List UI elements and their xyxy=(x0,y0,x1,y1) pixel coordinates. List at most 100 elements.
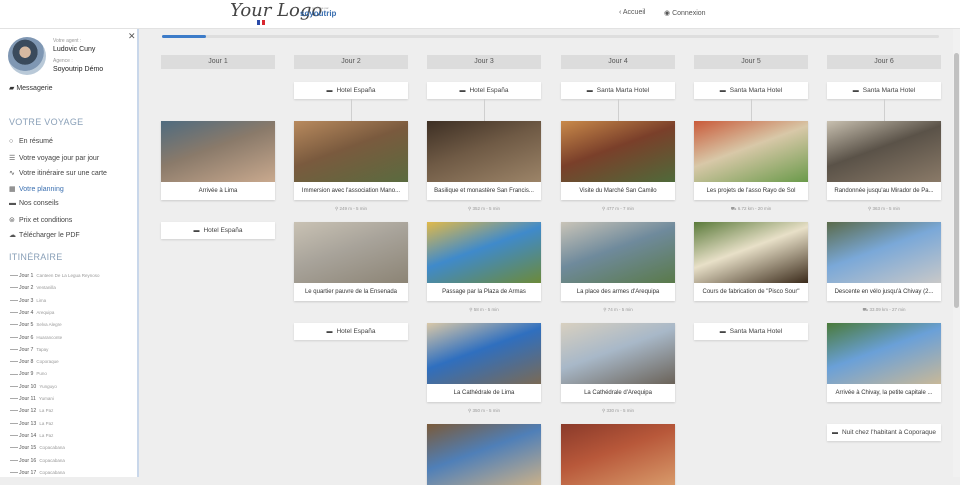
cathedral-blue-sky-image xyxy=(427,323,541,384)
activity-card[interactable]: Cours de fabrication de "Pisco Sour" xyxy=(694,222,808,301)
activity-card[interactable]: Le quartier pauvre de la Ensenada xyxy=(294,222,408,301)
itinerary-day-item[interactable]: Jour 12 La Paz xyxy=(10,408,53,414)
aerial-city-coast-image xyxy=(161,121,275,182)
itinerary-day-item[interactable]: Jour 3 Lima xyxy=(10,298,46,304)
menu-item-nos-conseils[interactable]: ▬ Nos conseils xyxy=(9,200,59,207)
day-header: Jour 3 xyxy=(427,55,541,69)
itinerary-day-place: Yumani xyxy=(38,396,54,401)
day-header: Jour 1 xyxy=(161,55,275,69)
activity-card[interactable]: La Cathédrale de Lima xyxy=(427,323,541,402)
scrollbar-thumb[interactable] xyxy=(954,53,959,308)
french-flag-icon[interactable] xyxy=(257,20,266,25)
menu-item-prix-et-conditions[interactable]: ⊜ Prix et conditions xyxy=(9,216,72,224)
activity-caption: Le quartier pauvre de la Ensenada xyxy=(304,289,398,295)
menu-item-label: Nos conseils xyxy=(19,200,59,207)
close-icon[interactable]: ✕ xyxy=(128,31,136,42)
itinerary-day-item[interactable]: Jour 1 Canteen De La Legua Reynoso xyxy=(10,273,99,279)
itinerary-day-item[interactable]: Jour 14 La Paz xyxy=(10,433,53,439)
itinerary-day-item[interactable]: Jour 8 Coporaque xyxy=(10,359,59,365)
activity-caption: Randonnée jusqu'au Mirador de Pa... xyxy=(834,188,934,194)
hotel-name: Hotel España xyxy=(336,328,376,335)
carved-stone-facade-image xyxy=(427,121,541,182)
activity-card[interactable]: Arrivée à Chivay, la petite capitale ... xyxy=(827,323,941,402)
bed-icon: ▬ xyxy=(719,88,726,94)
menu-item-en-r-sum-[interactable]: ○ En résumé xyxy=(9,138,53,145)
scrollbar[interactable] xyxy=(953,29,960,477)
cyclists-road-image xyxy=(827,222,941,283)
itinerary-day-label: Jour 12 xyxy=(19,408,37,415)
itinerary-day-item[interactable]: Jour 2 Ventanilla xyxy=(10,285,56,291)
itinerary-day-item[interactable]: Jour 4 Arequipa xyxy=(10,310,54,316)
itinerary-day-item[interactable]: Jour 6 Huaranconte xyxy=(10,335,62,341)
hotel-chip[interactable]: ▬ Nuit chez l'habitant à Coporaque xyxy=(827,424,941,441)
plaza-palm-trees-image xyxy=(427,222,541,283)
menu-item-votre-voyage-jour-par-jour[interactable]: ☰ Votre voyage jour par jour xyxy=(9,154,99,162)
activity-card[interactable]: La Cathédrale d'Arequipa xyxy=(561,323,675,402)
activity-card[interactable]: Basilique et monastère San Francis... xyxy=(427,121,541,200)
menu-item-votre-planning[interactable]: ▦ Votre planning xyxy=(9,185,64,193)
hotel-name: Santa Marta Hotel xyxy=(729,87,783,94)
dash-line xyxy=(10,287,18,289)
nav-connexion-link[interactable]: ◉ Connexion xyxy=(664,9,706,17)
mosaic-wall-image xyxy=(294,121,408,182)
activity-card[interactable]: Immersion avec l'association Mano... xyxy=(294,121,408,200)
bed-icon: ▬ xyxy=(459,88,466,94)
hotel-chip[interactable]: ▬ Santa Marta Hotel xyxy=(827,82,941,99)
transit-text: 74 m - 5 min xyxy=(607,307,633,312)
menu-item-votre-itin-raire-sur-une-carte[interactable]: ∿ Votre itinéraire sur une carte xyxy=(9,169,107,177)
itinerary-day-item[interactable]: Jour 17 Copacabana xyxy=(10,470,65,476)
transit-text: 477 m - 7 min xyxy=(606,206,635,211)
list-icon: ☰ xyxy=(9,154,16,162)
hotel-chip[interactable]: ▬ Hotel España xyxy=(161,222,275,239)
activity-caption: Descente en vélo jusqu'à Chivay (2... xyxy=(834,289,934,295)
dash-line xyxy=(10,422,18,424)
itinerary-day-item[interactable]: Jour 11 Yumani xyxy=(10,396,54,402)
itinerary-day-place: Huaranconte xyxy=(36,334,63,340)
activity-card[interactable] xyxy=(561,424,675,485)
connector-line xyxy=(618,99,619,121)
itinerary-day-place: Canteen De La Legua Reynoso xyxy=(36,273,100,278)
progress-fill xyxy=(162,35,207,38)
agent-name: Ludovic Cuny xyxy=(53,46,96,53)
hotel-chip[interactable]: ▬ Santa Marta Hotel xyxy=(694,323,808,340)
activity-card[interactable] xyxy=(427,424,541,485)
bed-icon: ▬ xyxy=(852,88,859,94)
dash-line xyxy=(10,348,18,350)
activity-card[interactable]: Arrivée à Lima xyxy=(161,121,275,200)
itinerary-day-label: Jour 8 xyxy=(19,359,34,366)
transit-info: ⚲ 350 m - 5 min xyxy=(427,408,541,414)
agency-label: Agence : xyxy=(53,58,73,64)
hotel-chip[interactable]: ▬ Hotel España xyxy=(294,82,408,99)
transit-text: 249 m - 5 min xyxy=(339,206,368,211)
day-header: Jour 2 xyxy=(294,55,408,69)
activity-card[interactable]: Passage par la Plaza de Armas xyxy=(427,222,541,301)
itineraire-heading: ITINÉRAIRE xyxy=(9,252,63,262)
hotel-chip[interactable]: ▬ Santa Marta Hotel xyxy=(561,82,675,99)
day-header: Jour 4 xyxy=(561,55,675,69)
itinerary-day-item[interactable]: Jour 16 Copacabana xyxy=(10,458,65,464)
hotel-chip[interactable]: ▬ Santa Marta Hotel xyxy=(694,82,808,99)
menu-item-label: Votre voyage jour par jour xyxy=(19,154,100,162)
itinerary-day-item[interactable]: Jour 7 Tapay xyxy=(10,347,48,353)
activity-card[interactable]: La place des armes d'Arequipa xyxy=(561,222,675,301)
itinerary-day-item[interactable]: Jour 5 Selva Alegre xyxy=(10,322,62,328)
itinerary-day-label: Jour 6 xyxy=(19,334,34,341)
activity-card[interactable]: Descente en vélo jusqu'à Chivay (2... xyxy=(827,222,941,301)
itinerary-day-item[interactable]: Jour 15 Copacabana xyxy=(10,445,65,451)
activity-card[interactable]: Randonnée jusqu'au Mirador de Pa... xyxy=(827,121,941,200)
dash-line xyxy=(10,471,18,473)
itinerary-day-item[interactable]: Jour 10 Yunguyo xyxy=(10,384,57,390)
messagerie-link[interactable]: ▰ Messagerie xyxy=(9,84,53,92)
activity-card[interactable]: Visite du Marché San Camilo xyxy=(561,121,675,200)
itinerary-day-item[interactable]: Jour 9 Puno xyxy=(10,371,47,377)
cocktail-glass-image xyxy=(694,222,808,283)
activity-card[interactable]: Les projets de l'asso Rayo de Sol xyxy=(694,121,808,200)
hotel-chip[interactable]: ▬ Hotel España xyxy=(294,323,408,340)
itinerary-day-place: Coporaque xyxy=(36,359,59,365)
activity-caption: Arrivée à Lima xyxy=(198,188,238,194)
menu-item-t-l-charger-le-pdf[interactable]: ☁ Télécharger le PDF xyxy=(9,231,80,239)
village-arch-trees-image xyxy=(827,323,941,384)
nav-accueil-link[interactable]: ‹ Accueil xyxy=(619,9,645,16)
itinerary-day-item[interactable]: Jour 13 La Paz xyxy=(10,421,53,427)
hotel-chip[interactable]: ▬ Hotel España xyxy=(427,82,541,99)
